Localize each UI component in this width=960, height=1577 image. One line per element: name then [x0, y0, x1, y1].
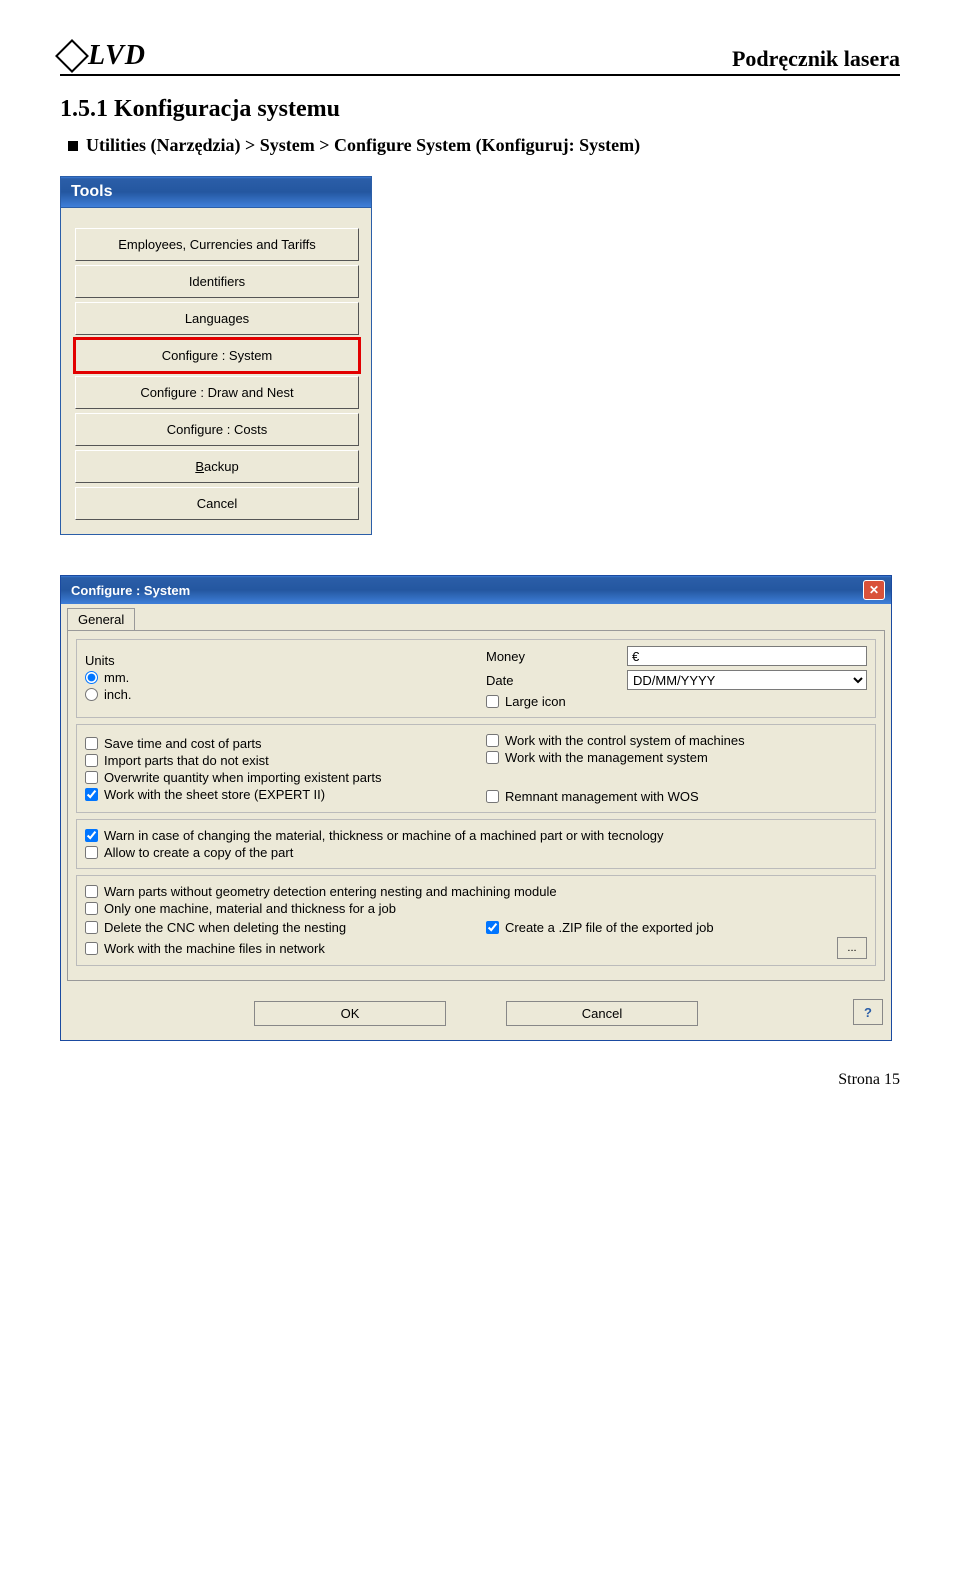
chk-create-zip[interactable]: Create a .ZIP file of the exported job	[486, 920, 867, 935]
menu-identifiers[interactable]: Identifiers	[75, 265, 359, 298]
chk-machine-files-network[interactable]: Work with the machine files in network	[85, 941, 817, 956]
radio-inch-label: inch.	[104, 687, 131, 702]
document-title: Podręcznik lasera	[732, 46, 900, 72]
menu-configure-costs[interactable]: Configure : Costs	[75, 413, 359, 446]
cancel-button[interactable]: Cancel	[506, 1001, 698, 1026]
page-number: Strona 15	[60, 1071, 900, 1089]
menu-configure-draw-nest[interactable]: Configure : Draw and Nest	[75, 376, 359, 409]
menu-languages[interactable]: Languages	[75, 302, 359, 335]
logo: LVD	[60, 40, 146, 72]
units-label: Units	[85, 653, 466, 668]
menu-backup[interactable]: Backup	[75, 450, 359, 483]
radio-inch-input[interactable]	[85, 688, 98, 701]
bullet-icon	[68, 141, 78, 151]
section-title: 1.5.1 Konfiguracja systemu	[60, 96, 900, 123]
chk-overwrite-qty[interactable]: Overwrite quantity when importing existe…	[85, 770, 466, 785]
radio-mm-input[interactable]	[85, 671, 98, 684]
tab-panel-general: Units mm. inch. Money	[67, 630, 885, 981]
group-options-1: Save time and cost of parts Import parts…	[76, 724, 876, 813]
configure-titlebar: Configure : System ✕	[61, 576, 891, 604]
chk-one-machine[interactable]: Only one machine, material and thickness…	[85, 901, 867, 916]
chk-delete-cnc[interactable]: Delete the CNC when deleting the nesting	[85, 920, 466, 935]
help-button[interactable]: ?	[853, 999, 883, 1025]
chk-warn-change-material[interactable]: Warn in case of changing the material, t…	[85, 828, 867, 843]
ok-button[interactable]: OK	[254, 1001, 446, 1026]
group-units-money: Units mm. inch. Money	[76, 639, 876, 718]
tab-general[interactable]: General	[67, 608, 135, 630]
money-label: Money	[486, 649, 525, 664]
close-icon[interactable]: ✕	[863, 580, 885, 600]
backup-mnemonic: B	[195, 459, 204, 474]
menu-employees[interactable]: Employees, Currencies and Tariffs	[75, 228, 359, 261]
logo-text: LVD	[88, 40, 146, 72]
chk-control-system[interactable]: Work with the control system of machines	[486, 733, 867, 748]
dialog-buttons: OK Cancel ?	[61, 987, 891, 1040]
chk-management-system[interactable]: Work with the management system	[486, 750, 867, 765]
chk-import-parts[interactable]: Import parts that do not exist	[85, 753, 466, 768]
radio-inch[interactable]: inch.	[85, 687, 466, 702]
breadcrumb-instruction: Utilities (Narzędzia) > System > Configu…	[68, 135, 900, 156]
date-label: Date	[486, 673, 513, 688]
radio-mm-label: mm.	[104, 670, 129, 685]
tools-body: Employees, Currencies and Tariffs Identi…	[61, 208, 371, 534]
chk-large-icon-label: Large icon	[505, 694, 566, 709]
date-select[interactable]: DD/MM/YYYY	[627, 670, 867, 690]
chk-remnant-wos[interactable]: Remnant management with WOS	[486, 789, 867, 804]
chk-large-icon-input[interactable]	[486, 695, 499, 708]
page-header: LVD Podręcznik lasera	[60, 40, 900, 76]
group-options-3: Warn parts without geometry detection en…	[76, 875, 876, 966]
chk-warn-geometry[interactable]: Warn parts without geometry detection en…	[85, 884, 867, 899]
configure-system-window: Configure : System ✕ General Units mm.	[60, 575, 892, 1041]
chk-sheet-store[interactable]: Work with the sheet store (EXPERT II)	[85, 787, 466, 802]
chk-save-time-cost[interactable]: Save time and cost of parts	[85, 736, 466, 751]
chk-allow-copy[interactable]: Allow to create a copy of the part	[85, 845, 867, 860]
logo-diamond-icon	[55, 39, 89, 73]
spacer	[486, 767, 867, 787]
menu-configure-system[interactable]: Configure : System	[75, 339, 359, 372]
chk-large-icon[interactable]: Large icon	[486, 694, 867, 709]
radio-mm[interactable]: mm.	[85, 670, 466, 685]
money-input[interactable]	[627, 646, 867, 666]
tabstrip: General	[67, 608, 885, 630]
browse-button[interactable]: ...	[837, 937, 867, 959]
menu-cancel[interactable]: Cancel	[75, 487, 359, 520]
configure-title-text: Configure : System	[71, 583, 190, 598]
tools-titlebar: Tools	[61, 177, 371, 208]
group-options-2: Warn in case of changing the material, t…	[76, 819, 876, 869]
instruction-text: Utilities (Narzędzia) > System > Configu…	[86, 135, 640, 156]
tools-window: Tools Employees, Currencies and Tariffs …	[60, 176, 372, 535]
